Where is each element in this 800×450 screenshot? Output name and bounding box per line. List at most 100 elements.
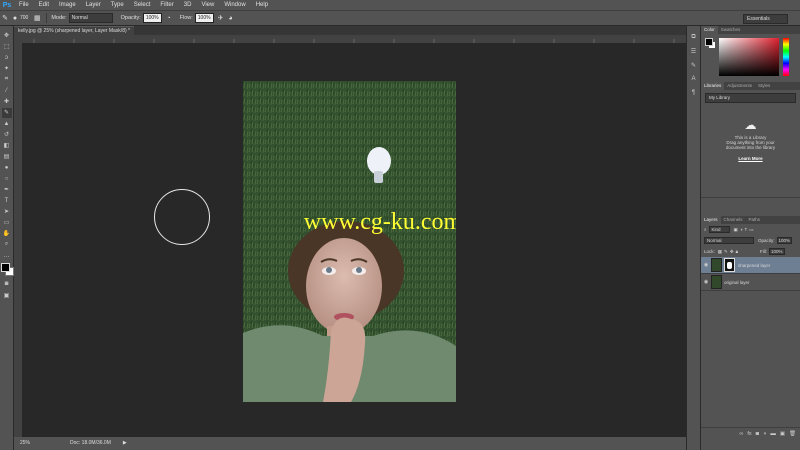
menu-edit[interactable]: Edit	[34, 2, 54, 8]
tab-swatches[interactable]: Swatches	[718, 26, 744, 34]
new-group-icon[interactable]: ▬	[770, 431, 776, 437]
fill-field[interactable]: 100%	[769, 248, 785, 255]
eraser-tool-icon[interactable]: ◧	[2, 141, 12, 151]
move-tool-icon[interactable]: ✥	[2, 31, 12, 41]
airbrush-icon[interactable]: ✈	[216, 13, 226, 23]
lock-move-icon[interactable]: ✥	[730, 249, 734, 255]
pressure-opacity-icon[interactable]: ◔	[164, 13, 174, 23]
link-layers-icon[interactable]: ∞	[739, 431, 743, 437]
adjustment-layer-icon[interactable]: ◑	[763, 431, 766, 437]
canvas-area[interactable]: www.cg-ku.com	[22, 43, 686, 437]
character-panel-icon[interactable]: A	[689, 74, 699, 84]
screen-mode-icon[interactable]: ▣	[2, 290, 12, 300]
quick-mask-icon[interactable]: ◙	[2, 279, 12, 289]
status-arrow-icon[interactable]: ▶	[123, 437, 127, 450]
brush-preset-icon[interactable]: ✎	[0, 13, 10, 23]
menu-help[interactable]: Help	[251, 2, 273, 8]
new-layer-icon[interactable]: ▣	[780, 431, 785, 437]
menu-layer[interactable]: Layer	[81, 2, 106, 8]
foreground-color[interactable]	[0, 263, 10, 272]
layer-row-sharpened[interactable]: ◉ sharpened layer	[701, 257, 800, 274]
visibility-eye-icon[interactable]: ◉	[701, 262, 711, 268]
blend-mode-select[interactable]: Normal	[704, 237, 754, 244]
document-image[interactable]: www.cg-ku.com	[243, 81, 456, 402]
pressure-size-icon[interactable]: ◕	[226, 13, 236, 23]
fg-bg-swatch[interactable]	[705, 38, 715, 48]
menu-type[interactable]: Type	[106, 2, 129, 8]
layer-mask-thumbnail[interactable]	[724, 258, 735, 272]
delete-layer-icon[interactable]: 🗑︎	[789, 431, 796, 437]
brush-panel-icon[interactable]: ▦	[32, 13, 42, 23]
type-tool-icon[interactable]: T	[2, 196, 12, 206]
layer-opacity-field[interactable]: 100%	[776, 237, 793, 244]
layer-name[interactable]: original layer	[724, 280, 750, 285]
menu-window[interactable]: Window	[219, 2, 250, 8]
path-select-tool-icon[interactable]: ➤	[2, 207, 12, 217]
zoom-level[interactable]: 25%	[20, 437, 30, 450]
shape-tool-icon[interactable]: ▭	[2, 218, 12, 228]
menu-3d[interactable]: 3D	[179, 2, 197, 8]
tab-paths[interactable]: Paths	[746, 216, 764, 224]
tab-styles[interactable]: Styles	[755, 82, 773, 90]
crop-tool-icon[interactable]: ⌗	[2, 75, 12, 85]
lock-all-icon[interactable]: 🔒︎	[736, 249, 738, 254]
visibility-eye-icon[interactable]: ◉	[701, 279, 711, 285]
dodge-tool-icon[interactable]: ○	[2, 174, 12, 184]
brush-tool-icon[interactable]: ✎	[1, 107, 12, 118]
filter-shape-icon[interactable]: ▭	[749, 227, 753, 233]
learn-more-link[interactable]: Learn More	[701, 156, 800, 161]
workspace-select[interactable]: Essentials	[743, 14, 788, 24]
menu-filter[interactable]: Filter	[155, 2, 178, 8]
filter-adjust-icon[interactable]: ◑	[740, 227, 743, 232]
layer-thumbnail[interactable]	[711, 258, 722, 272]
layer-style-icon[interactable]: fx	[747, 431, 751, 437]
add-mask-icon[interactable]: ◙	[756, 431, 759, 437]
fg-swatch[interactable]	[705, 38, 713, 46]
brush-tip-icon[interactable]: ●	[10, 13, 20, 23]
layer-thumbnail[interactable]	[711, 275, 722, 289]
quick-select-tool-icon[interactable]: ✦	[2, 64, 12, 74]
filter-kind-select[interactable]: Kind	[708, 226, 730, 233]
menu-image[interactable]: Image	[54, 2, 81, 8]
healing-tool-icon[interactable]: ✚	[2, 97, 12, 107]
document-tab[interactable]: kelly.jpg @ 25% (sharpened layer, Layer …	[14, 26, 134, 35]
history-brush-tool-icon[interactable]: ↺	[2, 130, 12, 140]
filter-pixel-icon[interactable]: ▣	[734, 227, 738, 233]
tab-channels[interactable]: Channels	[721, 216, 746, 224]
lock-pixels-icon[interactable]: ▦	[718, 249, 722, 255]
eyedropper-tool-icon[interactable]: ⁄	[2, 86, 12, 96]
color-field[interactable]	[719, 38, 779, 76]
color-swatches[interactable]	[0, 263, 14, 276]
marquee-tool-icon[interactable]: ⬚	[2, 42, 12, 52]
library-select[interactable]: My Library	[705, 93, 796, 103]
blur-tool-icon[interactable]: ●	[2, 163, 12, 173]
properties-panel-icon[interactable]: ☰	[689, 46, 699, 56]
lasso-tool-icon[interactable]: ↄ	[2, 53, 12, 63]
flow-field[interactable]: 100%	[194, 13, 214, 23]
pen-tool-icon[interactable]: ✒	[2, 185, 12, 195]
mode-select[interactable]: Normal	[68, 13, 113, 23]
lock-brush-icon[interactable]: ✎	[724, 249, 728, 255]
history-panel-icon[interactable]: ⧉	[689, 32, 699, 42]
brush-panel-icon[interactable]: ✎	[689, 60, 699, 70]
doc-size[interactable]: Doc: 18.0M/36.0M	[70, 437, 111, 450]
tab-color[interactable]: Color	[701, 26, 718, 34]
brush-size[interactable]: 700	[20, 15, 28, 21]
paragraph-panel-icon[interactable]: ¶	[689, 88, 699, 98]
menu-view[interactable]: View	[196, 2, 219, 8]
more-tools-icon[interactable]: …	[2, 251, 12, 261]
hand-tool-icon[interactable]: ✋	[2, 229, 12, 239]
hue-slider[interactable]	[783, 38, 789, 76]
layer-name[interactable]: sharpened layer	[738, 263, 770, 268]
tab-libraries[interactable]: Libraries	[701, 82, 725, 90]
stamp-tool-icon[interactable]: ▲	[2, 119, 12, 129]
zoom-tool-icon[interactable]: ⌕	[2, 240, 12, 250]
gradient-tool-icon[interactable]: ▤	[2, 152, 12, 162]
menu-file[interactable]: File	[14, 2, 34, 8]
menu-select[interactable]: Select	[129, 2, 156, 8]
tab-adjustments[interactable]: Adjustments	[724, 82, 755, 90]
filter-type-icon[interactable]: T	[745, 227, 748, 232]
tab-layers[interactable]: Layers	[701, 216, 721, 224]
opacity-field[interactable]: 100%	[142, 13, 162, 23]
layer-row-original[interactable]: ◉ original layer	[701, 274, 800, 291]
